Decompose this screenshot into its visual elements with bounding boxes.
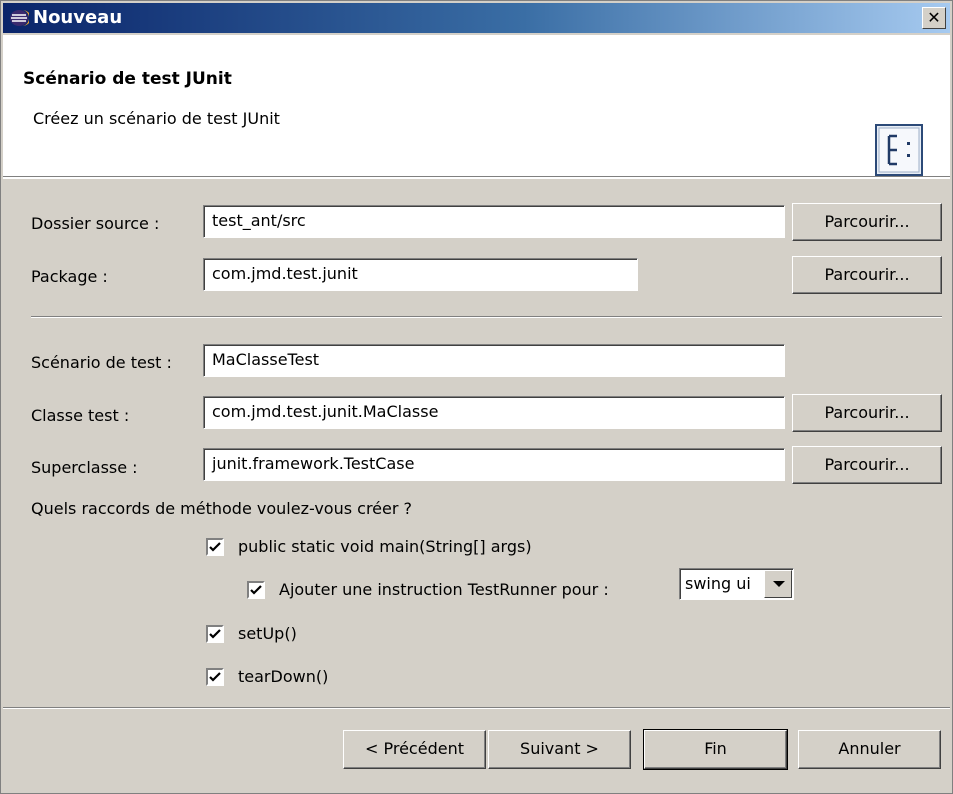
- source-folder-label: Dossier source :: [31, 214, 160, 233]
- class-under-test-label: Classe test :: [31, 406, 130, 425]
- setup-checkbox[interactable]: [206, 625, 224, 643]
- close-button[interactable]: ✕: [922, 7, 946, 29]
- method-stubs-question: Quels raccords de méthode voulez-vous cr…: [31, 499, 413, 518]
- testrunner-select[interactable]: swing ui: [679, 568, 794, 600]
- checkmark-icon: [209, 672, 221, 682]
- checkmark-icon: [209, 629, 221, 639]
- test-case-label: Scénario de test :: [31, 353, 172, 372]
- teardown-checkbox[interactable]: [206, 668, 224, 686]
- eclipse-icon: [10, 10, 29, 26]
- testrunner-selected-value: swing ui: [685, 574, 751, 593]
- form-separator: [31, 316, 942, 318]
- main-stub-checkbox[interactable]: [206, 538, 224, 556]
- test-case-input[interactable]: MaClasseTest: [203, 344, 785, 377]
- package-label: Package :: [31, 267, 108, 286]
- footer-separator: [3, 707, 950, 709]
- class-under-test-input[interactable]: com.jmd.test.junit.MaClasse: [203, 396, 785, 429]
- checkmark-icon: [250, 585, 262, 595]
- page-description: Créez un scénario de test JUnit: [33, 109, 280, 128]
- junit-wizard-icon: [875, 124, 923, 176]
- wizard-banner: Scénario de test JUnit Créez un scénario…: [3, 35, 950, 177]
- window-title: Nouveau: [33, 7, 123, 28]
- checkmark-icon: [209, 542, 221, 552]
- source-folder-browse-button[interactable]: Parcourir...: [792, 203, 942, 241]
- new-wizard-dialog: Nouveau ✕ Scénario de test JUnit Créez u…: [0, 0, 953, 794]
- main-stub-label: public static void main(String[] args): [238, 537, 532, 556]
- teardown-label: tearDown(): [238, 667, 329, 686]
- next-button[interactable]: Suivant >: [488, 730, 631, 769]
- page-title: Scénario de test JUnit: [23, 69, 232, 89]
- cancel-button[interactable]: Annuler: [798, 730, 941, 769]
- package-input[interactable]: com.jmd.test.junit: [203, 258, 638, 291]
- testrunner-label: Ajouter une instruction TestRunner pour …: [279, 580, 609, 599]
- title-bar[interactable]: Nouveau ✕: [3, 3, 950, 33]
- back-button[interactable]: < Précédent: [343, 730, 486, 769]
- banner-divider: [3, 177, 950, 179]
- superclass-input[interactable]: junit.framework.TestCase: [203, 448, 785, 481]
- superclass-browse-button[interactable]: Parcourir...: [792, 446, 942, 484]
- finish-button[interactable]: Fin: [643, 729, 788, 770]
- chevron-down-icon[interactable]: [764, 570, 792, 598]
- superclass-label: Superclasse :: [31, 458, 138, 477]
- package-browse-button[interactable]: Parcourir...: [792, 256, 942, 294]
- source-folder-input[interactable]: test_ant/src: [203, 205, 785, 238]
- testrunner-checkbox[interactable]: [247, 581, 265, 599]
- setup-label: setUp(): [238, 624, 297, 643]
- class-under-test-browse-button[interactable]: Parcourir...: [792, 394, 942, 432]
